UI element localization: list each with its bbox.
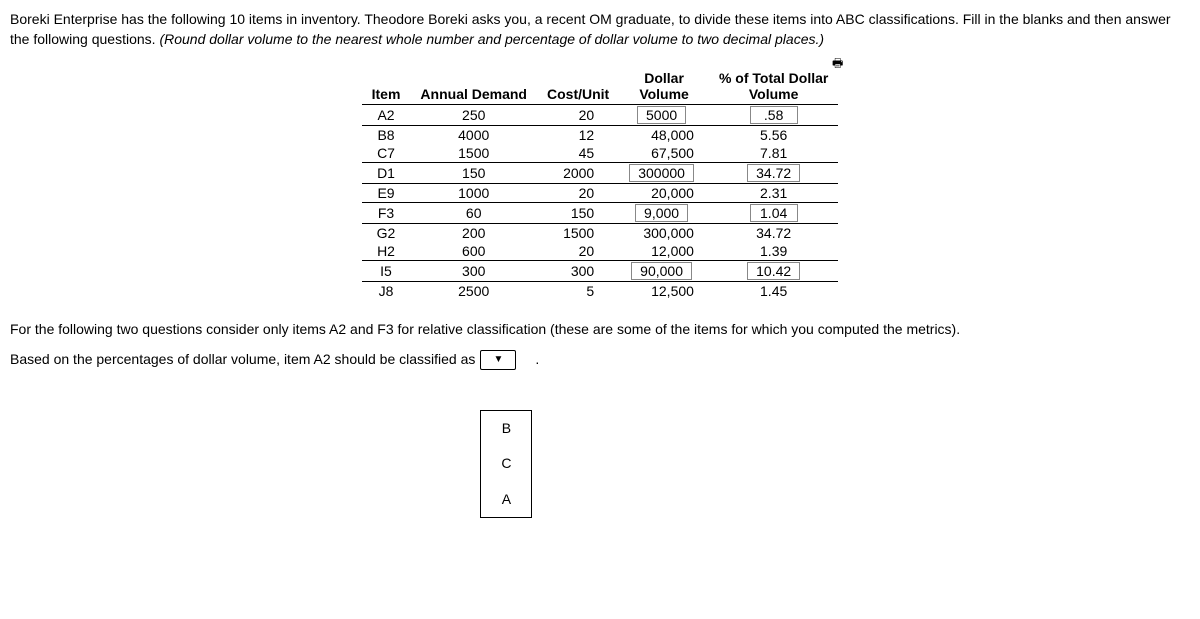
cell-demand: 300 xyxy=(410,260,537,281)
percent-input[interactable]: 10.42 xyxy=(747,262,800,280)
cell-percent: 1.04 xyxy=(709,202,838,223)
cell-item: A2 xyxy=(362,104,411,125)
cell-dollar-volume: 20,000 xyxy=(619,183,709,202)
inventory-table: Item Annual Demand Cost/Unit DollarVolum… xyxy=(362,69,839,300)
cell-percent: 7.81 xyxy=(709,144,838,163)
cell-item: I5 xyxy=(362,260,411,281)
cell-item: B8 xyxy=(362,125,411,144)
cell-percent: 2.31 xyxy=(709,183,838,202)
cell-cost: 2000 xyxy=(537,162,619,183)
table-row: H26002012,0001.39 xyxy=(362,242,839,261)
dollar-volume-input[interactable]: 9,000 xyxy=(635,204,688,222)
print-icon[interactable]: 🖶 xyxy=(832,54,843,75)
cell-item: H2 xyxy=(362,242,411,261)
cell-cost: 20 xyxy=(537,104,619,125)
dropdown-option-c[interactable]: C xyxy=(481,446,531,482)
dollar-volume-input[interactable]: 300000 xyxy=(629,164,694,182)
classify-line: Based on the percentages of dollar volum… xyxy=(10,350,1190,519)
cell-demand: 1000 xyxy=(410,183,537,202)
cell-dollar-volume: 90,000 xyxy=(619,260,709,281)
header-item: Item xyxy=(362,69,411,104)
cell-item: E9 xyxy=(362,183,411,202)
cell-cost: 300 xyxy=(537,260,619,281)
table-row: J82500512,5001.45 xyxy=(362,281,839,300)
dropdown-option-a[interactable]: A xyxy=(481,482,531,518)
cell-cost: 12 xyxy=(537,125,619,144)
percent-input[interactable]: 1.04 xyxy=(750,204,798,222)
header-annual-demand: Annual Demand xyxy=(410,69,537,104)
cell-percent: 34.72 xyxy=(709,162,838,183)
dropdown-options: B C A xyxy=(480,410,532,519)
cell-dollar-volume: 300000 xyxy=(619,162,709,183)
cell-demand: 600 xyxy=(410,242,537,261)
percent-input[interactable]: 34.72 xyxy=(747,164,800,182)
table-row: G22001500300,00034.72 xyxy=(362,223,839,242)
cell-demand: 250 xyxy=(410,104,537,125)
dropdown-option-b[interactable]: B xyxy=(481,411,531,447)
cell-cost: 1500 xyxy=(537,223,619,242)
dollar-volume-input[interactable]: 90,000 xyxy=(631,262,692,280)
cell-percent: 1.39 xyxy=(709,242,838,261)
cell-demand: 2500 xyxy=(410,281,537,300)
chevron-down-icon: ▼ xyxy=(493,353,503,367)
cell-item: G2 xyxy=(362,223,411,242)
question-text-hint: (Round dollar volume to the nearest whol… xyxy=(159,31,824,47)
cell-cost: 20 xyxy=(537,183,619,202)
classify-text: Based on the percentages of dollar volum… xyxy=(10,350,475,370)
cell-percent: 1.45 xyxy=(709,281,838,300)
cell-item: J8 xyxy=(362,281,411,300)
cell-percent: 34.72 xyxy=(709,223,838,242)
cell-dollar-volume: 12,500 xyxy=(619,281,709,300)
cell-cost: 20 xyxy=(537,242,619,261)
table-row: F360150 9,000 1.04 xyxy=(362,202,839,223)
cell-percent: 10.42 xyxy=(709,260,838,281)
cell-dollar-volume: 9,000 xyxy=(619,202,709,223)
instruction-text: For the following two questions consider… xyxy=(10,320,1190,340)
cell-dollar-volume: 67,500 xyxy=(619,144,709,163)
table-row: A225020 5000 .58 xyxy=(362,104,839,125)
cell-demand: 4000 xyxy=(410,125,537,144)
cell-item: C7 xyxy=(362,144,411,163)
dollar-volume-input[interactable]: 5000 xyxy=(637,106,686,124)
period: . xyxy=(535,350,539,370)
cell-percent: 5.56 xyxy=(709,125,838,144)
cell-demand: 60 xyxy=(410,202,537,223)
table-container: 🖶 Item Annual Demand Cost/Unit DollarVol… xyxy=(10,69,1190,300)
percent-input[interactable]: .58 xyxy=(750,106,798,124)
header-dollar-volume: DollarVolume xyxy=(619,69,709,104)
cell-dollar-volume: 48,000 xyxy=(619,125,709,144)
cell-demand: 150 xyxy=(410,162,537,183)
table-row: C715004567,5007.81 xyxy=(362,144,839,163)
table-row: B840001248,0005.56 xyxy=(362,125,839,144)
cell-demand: 200 xyxy=(410,223,537,242)
cell-dollar-volume: 5000 xyxy=(619,104,709,125)
question-text: Boreki Enterprise has the following 10 i… xyxy=(10,10,1190,49)
table-row: I530030090,00010.42 xyxy=(362,260,839,281)
cell-cost: 45 xyxy=(537,144,619,163)
table-row: E910002020,0002.31 xyxy=(362,183,839,202)
cell-item: D1 xyxy=(362,162,411,183)
header-pct-total: % of Total DollarVolume xyxy=(709,69,838,104)
cell-percent: .58 xyxy=(709,104,838,125)
classification-dropdown-area: ▼ B C A xyxy=(480,350,532,519)
header-cost-unit: Cost/Unit xyxy=(537,69,619,104)
cell-item: F3 xyxy=(362,202,411,223)
cell-cost: 150 xyxy=(537,202,619,223)
table-row: D11502000 300000 34.72 xyxy=(362,162,839,183)
cell-cost: 5 xyxy=(537,281,619,300)
cell-demand: 1500 xyxy=(410,144,537,163)
cell-dollar-volume: 300,000 xyxy=(619,223,709,242)
classification-dropdown[interactable]: ▼ xyxy=(480,350,516,370)
cell-dollar-volume: 12,000 xyxy=(619,242,709,261)
